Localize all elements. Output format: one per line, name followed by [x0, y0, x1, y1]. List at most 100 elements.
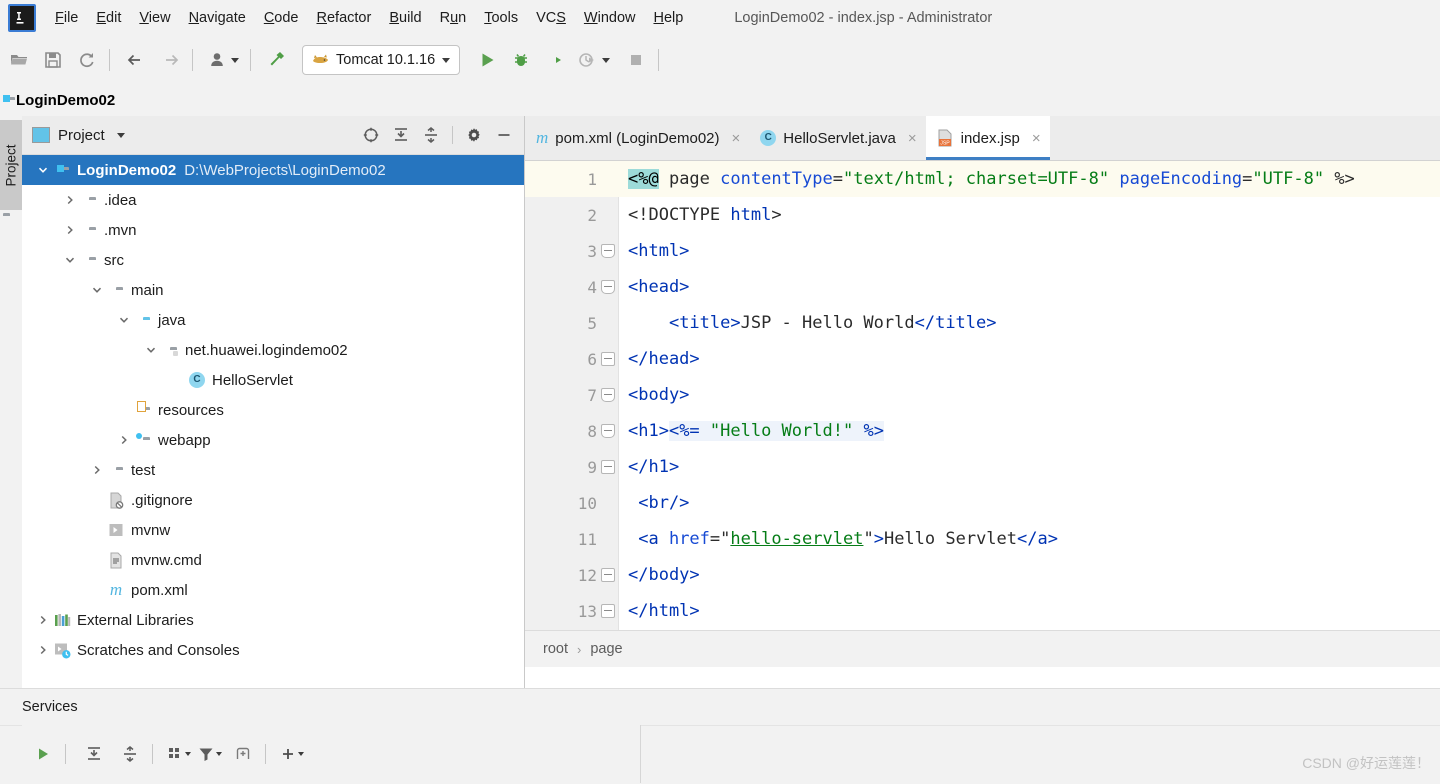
expand-all-icon[interactable]	[79, 739, 109, 769]
profiler-caret-icon[interactable]	[602, 57, 611, 63]
menu-item-refactor[interactable]: Refactor	[308, 7, 381, 29]
fold-toggle-icon[interactable]	[597, 388, 618, 402]
run-with-coverage-button[interactable]	[540, 45, 570, 75]
chevron-right-icon[interactable]	[36, 643, 50, 657]
code-line[interactable]: 11 <a href="hello-servlet">Hello Servlet…	[525, 521, 1440, 557]
chevron-right-icon[interactable]	[117, 433, 131, 447]
tree-node-helloservlet[interactable]: C HelloServlet	[22, 365, 524, 395]
breadcrumb-item[interactable]: page	[590, 641, 622, 657]
tree-node-mvnw-cmd[interactable]: mvnw.cmd	[22, 545, 524, 575]
tree-node-main[interactable]: main	[22, 275, 524, 305]
collapse-all-icon[interactable]	[417, 121, 445, 149]
menu-item-view[interactable]: View	[130, 7, 179, 29]
chevron-right-icon[interactable]	[63, 223, 77, 237]
stop-button[interactable]	[621, 45, 651, 75]
menu-item-code[interactable]: Code	[255, 7, 308, 29]
chevron-down-icon[interactable]	[144, 343, 158, 357]
editor-tab-helloservlet[interactable]: C HelloServlet.java ×	[749, 116, 925, 160]
code-line[interactable]: 13 </html>	[525, 593, 1440, 629]
tree-node-java[interactable]: java	[22, 305, 524, 335]
run-configuration-selector[interactable]: Tomcat 10.1.16	[302, 45, 461, 75]
menu-item-edit[interactable]: Edit	[87, 7, 130, 29]
close-icon[interactable]: ×	[908, 130, 917, 147]
save-all-icon[interactable]	[38, 45, 68, 75]
code-editor[interactable]: 1 <%@ page contentType="text/html; charse…	[525, 161, 1440, 667]
fold-toggle-icon[interactable]	[597, 424, 618, 438]
tree-node-src[interactable]: src	[22, 245, 524, 275]
show-configurations-icon[interactable]	[228, 739, 258, 769]
tree-node-resources[interactable]: resources	[22, 395, 524, 425]
code-line[interactable]: 9 </h1>	[525, 449, 1440, 485]
fold-toggle-icon[interactable]	[597, 460, 618, 474]
tree-node-mvnw[interactable]: mvnw	[22, 515, 524, 545]
filter-caret-icon[interactable]	[216, 752, 222, 756]
add-service-caret-icon[interactable]	[298, 752, 304, 756]
chevron-right-icon[interactable]	[90, 463, 104, 477]
menu-item-help[interactable]: Help	[644, 7, 692, 29]
chevron-down-icon[interactable]	[36, 163, 50, 177]
chevron-right-icon[interactable]	[36, 613, 50, 627]
open-project-icon[interactable]	[4, 45, 34, 75]
tree-node-idea[interactable]: .idea	[22, 185, 524, 215]
code-line[interactable]: 2 <!DOCTYPE html>	[525, 197, 1440, 233]
code-line[interactable]: 8 <h1><%= "Hello World!" %>	[525, 413, 1440, 449]
profiler-button[interactable]	[574, 45, 613, 75]
forward-arrow-icon[interactable]	[155, 45, 185, 75]
build-hammer-icon[interactable]	[262, 45, 292, 75]
menu-item-file[interactable]: File	[46, 7, 87, 29]
chevron-down-icon[interactable]	[442, 57, 451, 63]
back-arrow-icon[interactable]	[121, 45, 151, 75]
select-opened-file-icon[interactable]	[357, 121, 385, 149]
tree-node-gitignore[interactable]: .gitignore	[22, 485, 524, 515]
collapse-all-icon[interactable]	[115, 739, 145, 769]
menu-item-run[interactable]: Run	[431, 7, 476, 29]
menu-item-window[interactable]: Window	[575, 7, 645, 29]
run-button[interactable]	[472, 45, 502, 75]
hide-tool-window-icon[interactable]	[490, 121, 518, 149]
chevron-down-icon[interactable]	[117, 313, 131, 327]
fold-toggle-icon[interactable]	[597, 604, 618, 618]
filter-icon[interactable]	[197, 739, 222, 769]
chevron-down-icon[interactable]	[90, 283, 104, 297]
menu-item-vcs[interactable]: VCS	[527, 7, 575, 29]
code-line[interactable]: 1 <%@ page contentType="text/html; charse…	[525, 161, 1440, 197]
fold-toggle-icon[interactable]	[597, 280, 618, 294]
menu-item-tools[interactable]: Tools	[475, 7, 527, 29]
structure-stripe-icon[interactable]	[3, 216, 19, 229]
chevron-down-icon[interactable]	[63, 253, 77, 267]
fold-toggle-icon[interactable]	[597, 244, 618, 258]
project-view-chevron-down-icon[interactable]	[116, 132, 125, 138]
close-icon[interactable]: ×	[1032, 130, 1041, 147]
code-line[interactable]: 4 <head>	[525, 269, 1440, 305]
menu-item-build[interactable]: Build	[380, 7, 430, 29]
breadcrumb-item[interactable]: root	[543, 641, 568, 657]
profile-selector-icon[interactable]	[204, 45, 243, 75]
navbar-project-label[interactable]: LoginDemo02	[16, 92, 115, 109]
tree-node-pom-xml[interactable]: m pom.xml	[22, 575, 524, 605]
tree-node-external-libraries[interactable]: External Libraries	[22, 605, 524, 635]
sync-refresh-icon[interactable]	[72, 45, 102, 75]
code-line[interactable]: 6 </head>	[525, 341, 1440, 377]
editor-tab-index[interactable]: JSP index.jsp ×	[925, 116, 1050, 160]
tree-node-test[interactable]: test	[22, 455, 524, 485]
profile-caret-icon[interactable]	[231, 57, 239, 63]
tree-node-webapp[interactable]: webapp	[22, 425, 524, 455]
code-line[interactable]: 3 <html>	[525, 233, 1440, 269]
group-by-icon[interactable]	[166, 739, 191, 769]
code-line[interactable]: 12 </body>	[525, 557, 1440, 593]
debug-button[interactable]	[506, 45, 536, 75]
tree-node-logindemo02[interactable]: LoginDemo02 D:\WebProjects\LoginDemo02	[22, 155, 524, 185]
menu-item-navigate[interactable]: Navigate	[180, 7, 255, 29]
tree-node-net-huawei-logindemo02[interactable]: net.huawei.logindemo02	[22, 335, 524, 365]
tree-node-scratches-and-consoles[interactable]: Scratches and Consoles	[22, 635, 524, 665]
settings-gear-icon[interactable]	[460, 121, 488, 149]
run-service-icon[interactable]	[28, 739, 58, 769]
fold-toggle-icon[interactable]	[597, 352, 618, 366]
code-line[interactable]: 10 <br/>	[525, 485, 1440, 521]
stripe-button-project[interactable]: Project	[0, 120, 22, 210]
group-by-caret-icon[interactable]	[185, 752, 191, 756]
code-line[interactable]: 7 <body>	[525, 377, 1440, 413]
editor-tab-pom[interactable]: m pom.xml (LoginDemo02) ×	[525, 116, 749, 160]
close-icon[interactable]: ×	[732, 130, 741, 147]
code-line[interactable]: 5 <title>JSP - Hello World</title>	[525, 305, 1440, 341]
